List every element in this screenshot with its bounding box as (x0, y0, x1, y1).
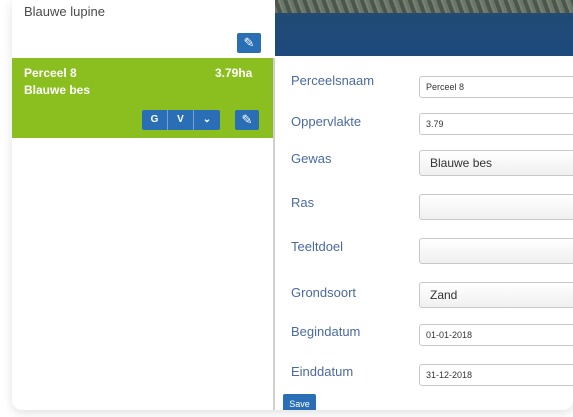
parcel-area: 3.79ha (215, 66, 253, 80)
map-view[interactable] (275, 0, 573, 56)
area-field[interactable]: 3.79 (419, 113, 573, 135)
g-button[interactable]: G (142, 110, 168, 130)
label-end-date: Einddatum (291, 364, 354, 379)
end-date-field[interactable]: 31-12-2018 (419, 364, 573, 386)
parcel-name-field[interactable]: Perceel 8 (419, 76, 573, 98)
purpose-select[interactable] (419, 238, 573, 264)
pencil-icon: ✎ (241, 112, 253, 127)
edit-button[interactable]: ✎ (237, 33, 261, 53)
chevron-down-icon[interactable]: ⌄ (194, 110, 220, 130)
app-window: Blauwe lupine ✎ Perceel 8 Blauwe bes 3.7… (12, 0, 573, 410)
label-purpose: Teeltdoel (291, 239, 344, 254)
parcel-form: Perceelsnaam Perceel 8 Oppervlakte 3.79 … (275, 58, 573, 410)
crop-select[interactable]: Blauwe bes (419, 150, 573, 176)
parcel-crop: Blauwe bes (24, 83, 91, 97)
start-date-field[interactable]: 01-01-2018 (419, 324, 573, 346)
label-variety: Ras (291, 195, 315, 210)
list-item[interactable]: Blauwe lupine ✎ (12, 0, 275, 58)
label-start-date: Begindatum (291, 324, 361, 339)
edit-button[interactable]: ✎ (235, 110, 259, 130)
map-imagery (275, 0, 573, 13)
v-button[interactable]: V (168, 110, 194, 130)
parcel-list: Blauwe lupine ✎ Perceel 8 Blauwe bes 3.7… (12, 0, 275, 410)
list-item-selected[interactable]: Perceel 8 Blauwe bes 3.79ha G V ⌄ ✎ (12, 58, 275, 138)
soil-select[interactable]: Zand (419, 282, 573, 308)
label-parcel-name: Perceelsnaam (291, 73, 375, 88)
label-area: Oppervlakte (291, 114, 362, 129)
parcel-name: Blauwe lupine (24, 4, 105, 19)
variety-select[interactable] (419, 194, 573, 220)
parcel-action-buttons: G V ⌄ (142, 110, 220, 130)
label-crop: Gewas (291, 151, 332, 166)
pencil-icon: ✎ (243, 35, 255, 50)
save-button[interactable]: Save (283, 394, 316, 410)
label-soil: Grondsoort (291, 285, 357, 300)
parcel-name: Perceel 8 (24, 66, 77, 80)
